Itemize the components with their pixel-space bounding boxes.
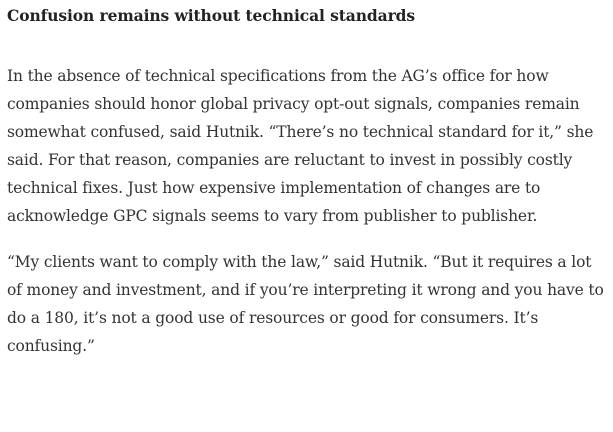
paragraph-2: “My clients want to comply with the law,… xyxy=(7,253,604,355)
paragraph-1: In the absence of technical specificatio… xyxy=(7,67,594,225)
article-body: Confusion remains without technical stan… xyxy=(7,0,607,360)
section-heading: Confusion remains without technical stan… xyxy=(7,6,416,25)
